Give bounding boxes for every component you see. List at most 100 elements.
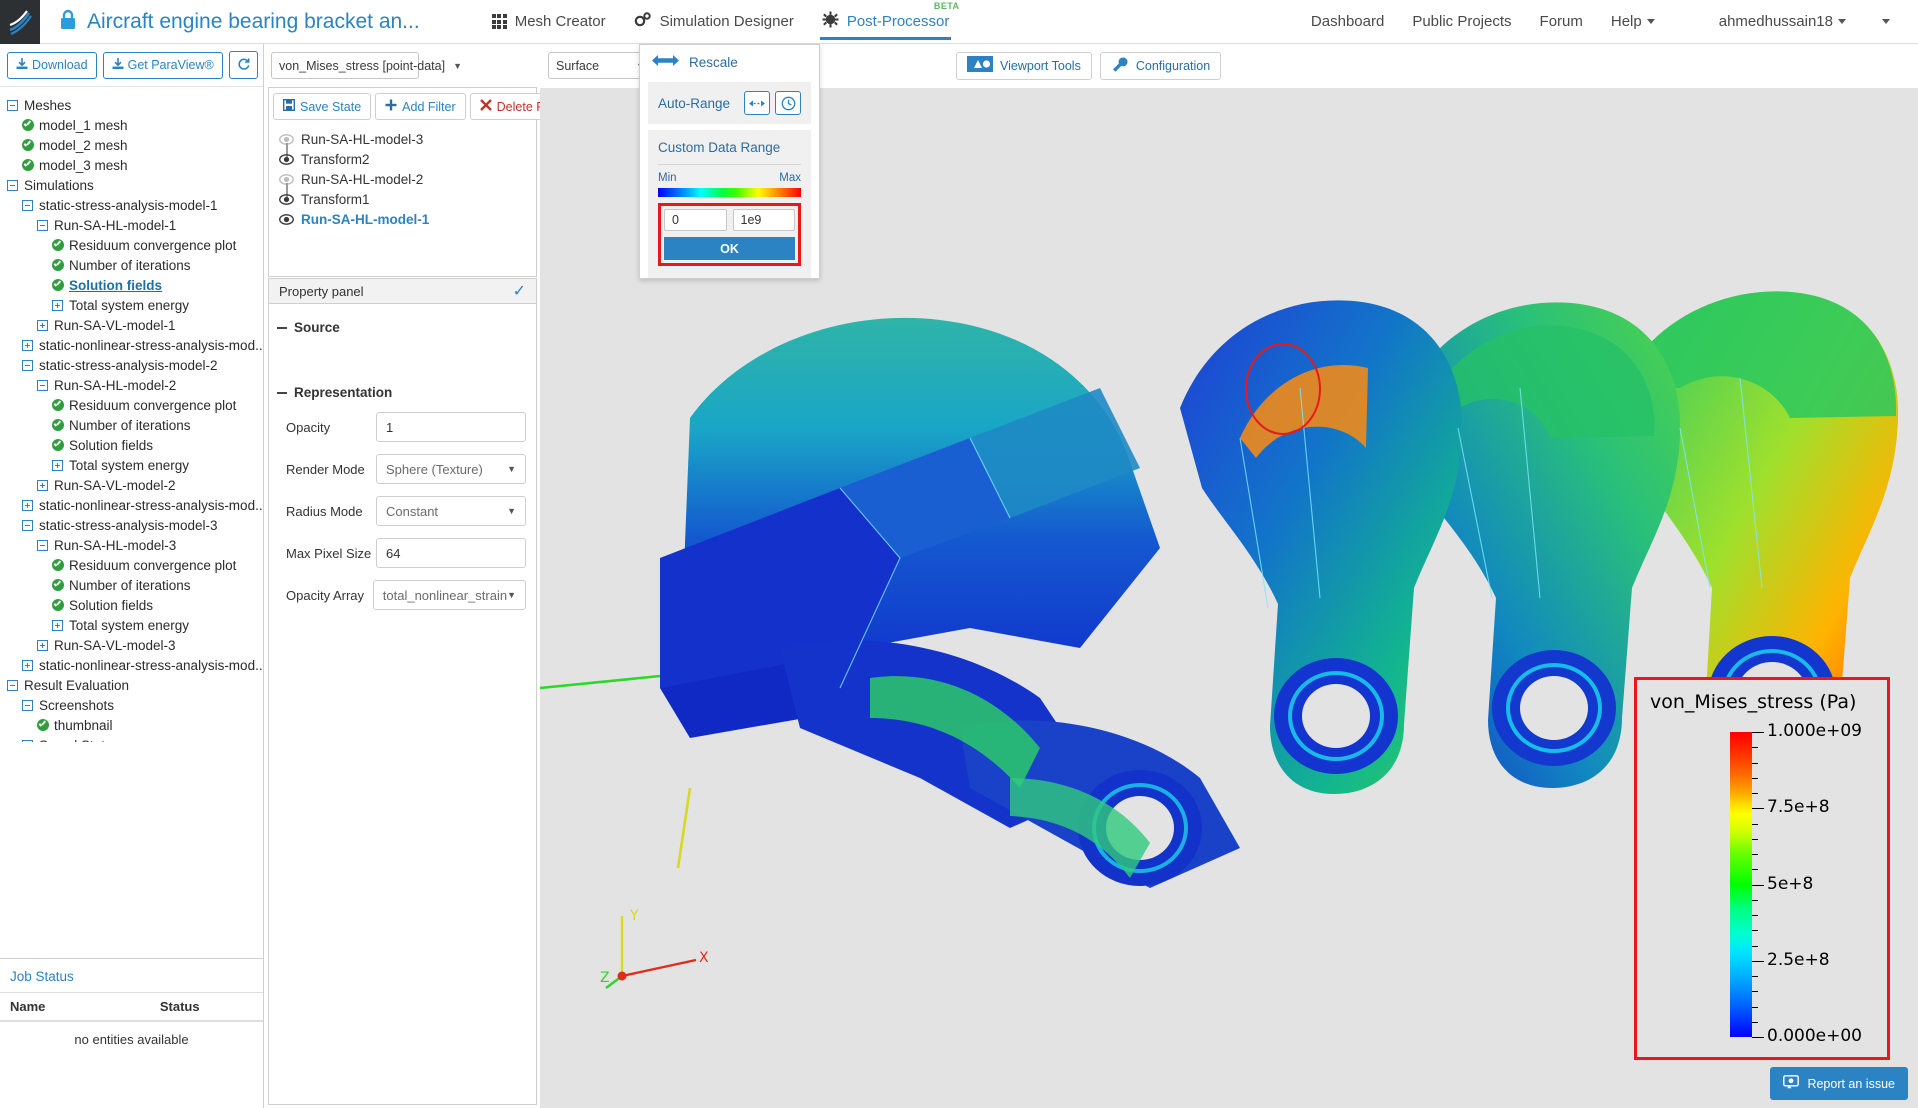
- tree-toggle[interactable]: [51, 300, 64, 311]
- tree-toggle[interactable]: [21, 340, 34, 351]
- tree-item[interactable]: Run-SA-HL-model-1: [6, 215, 263, 235]
- expand-icon[interactable]: [22, 660, 33, 671]
- arrows-expand-icon[interactable]: [744, 91, 770, 115]
- collapse-icon[interactable]: [37, 540, 48, 551]
- tree-item[interactable]: Residuum convergence plot: [6, 555, 263, 575]
- nav-link-forum[interactable]: Forum: [1526, 13, 1597, 30]
- tree-item[interactable]: Total system energy: [6, 455, 263, 475]
- tree-item[interactable]: Number of iterations: [6, 415, 263, 435]
- tree-item[interactable]: Meshes: [6, 95, 263, 115]
- max-input[interactable]: 1e9: [733, 209, 796, 231]
- collapse-icon[interactable]: [37, 220, 48, 231]
- tree-item[interactable]: Residuum convergence plot: [6, 395, 263, 415]
- tree-item[interactable]: Total system energy: [6, 295, 263, 315]
- pipeline-item[interactable]: Run-SA-HL-model-1: [279, 209, 536, 229]
- tree-item[interactable]: static-stress-analysis-model-1: [6, 195, 263, 215]
- tree-item[interactable]: model_1 mesh: [6, 115, 263, 135]
- tree-item[interactable]: Solution fields: [6, 275, 263, 295]
- property-input[interactable]: 64: [376, 538, 526, 568]
- property-select[interactable]: Constant▼: [376, 496, 526, 526]
- get-paraview-button[interactable]: Get ParaView®: [103, 52, 223, 79]
- tree-toggle[interactable]: [6, 680, 19, 691]
- tab-mesh-creator[interactable]: Mesh Creator: [478, 0, 620, 44]
- tree-item[interactable]: static-stress-analysis-model-3: [6, 515, 263, 535]
- tree-item[interactable]: static-nonlinear-stress-analysis-mod...: [6, 655, 263, 675]
- collapse-icon[interactable]: [22, 740, 33, 743]
- configuration-button[interactable]: Configuration: [1100, 52, 1221, 80]
- tree-item[interactable]: Simulations: [6, 175, 263, 195]
- tree-toggle[interactable]: [21, 700, 34, 711]
- tree-item[interactable]: Number of iterations: [6, 255, 263, 275]
- pipeline-item[interactable]: Run-SA-HL-model-3: [279, 129, 536, 149]
- eye-visible-icon[interactable]: [279, 212, 294, 227]
- tree-toggle[interactable]: [36, 320, 49, 331]
- expand-icon[interactable]: [22, 340, 33, 351]
- refresh-button[interactable]: [229, 51, 258, 79]
- tree-item[interactable]: Run-SA-VL-model-2: [6, 475, 263, 495]
- eye-visible-icon[interactable]: [279, 152, 294, 167]
- tree-toggle[interactable]: [36, 380, 49, 391]
- tab-simulation-designer[interactable]: Simulation Designer: [620, 0, 808, 44]
- overflow-menu[interactable]: [1860, 19, 1904, 24]
- expand-icon[interactable]: [52, 300, 63, 311]
- nav-link-public-projects[interactable]: Public Projects: [1398, 13, 1525, 30]
- expand-icon[interactable]: [22, 500, 33, 511]
- tree-toggle[interactable]: [36, 640, 49, 651]
- save-state-button[interactable]: Save State: [273, 93, 371, 120]
- collapse-icon[interactable]: [22, 700, 33, 711]
- tree-item[interactable]: Run-SA-VL-model-1: [6, 315, 263, 335]
- tree-item[interactable]: Residuum convergence plot: [6, 235, 263, 255]
- tree-toggle[interactable]: [21, 520, 34, 531]
- viewport-tools-button[interactable]: Viewport Tools: [956, 52, 1092, 80]
- collapse-icon[interactable]: [37, 380, 48, 391]
- pipeline-item[interactable]: Run-SA-HL-model-2: [279, 169, 536, 189]
- tree-item[interactable]: model_3 mesh: [6, 155, 263, 175]
- pipeline-item[interactable]: Transform1: [279, 189, 536, 209]
- collapse-icon[interactable]: [22, 360, 33, 371]
- tree-toggle[interactable]: [21, 200, 34, 211]
- property-select[interactable]: total_nonlinear_strain▼: [373, 580, 526, 610]
- tree-toggle[interactable]: [36, 220, 49, 231]
- property-select[interactable]: Sphere (Texture)▼: [376, 454, 526, 484]
- tree-item[interactable]: Number of iterations: [6, 575, 263, 595]
- nav-link-dashboard[interactable]: Dashboard: [1297, 13, 1398, 30]
- collapse-icon[interactable]: [22, 200, 33, 211]
- property-section-header[interactable]: Representation: [269, 379, 536, 406]
- tree-toggle[interactable]: [36, 540, 49, 551]
- tree-toggle[interactable]: [21, 500, 34, 511]
- tree-item[interactable]: static-stress-analysis-model-2: [6, 355, 263, 375]
- check-icon[interactable]: ✓: [513, 281, 526, 301]
- property-section-header[interactable]: Source: [269, 314, 536, 341]
- tree-item[interactable]: Solution fields: [6, 435, 263, 455]
- tab-post-processor[interactable]: BETA Post-Processor: [808, 0, 964, 44]
- rescale-header[interactable]: Rescale: [640, 45, 819, 79]
- expand-icon[interactable]: [37, 640, 48, 651]
- tree-toggle[interactable]: [51, 460, 64, 471]
- tree-item[interactable]: Run-SA-VL-model-3: [6, 635, 263, 655]
- tree-item[interactable]: Saved States: [6, 735, 263, 742]
- user-menu[interactable]: ahmedhussain18: [1705, 13, 1860, 30]
- report-issue-button[interactable]: Report an issue: [1770, 1067, 1908, 1100]
- simscale-logo[interactable]: [0, 0, 40, 44]
- tree-item[interactable]: static-nonlinear-stress-analysis-mod...: [6, 495, 263, 515]
- expand-icon[interactable]: [52, 620, 63, 631]
- clock-icon[interactable]: [775, 91, 801, 115]
- pipeline-item[interactable]: Transform2: [279, 149, 536, 169]
- tree-item[interactable]: Solution fields: [6, 595, 263, 615]
- tree-toggle[interactable]: [36, 480, 49, 491]
- tree-item[interactable]: model_2 mesh: [6, 135, 263, 155]
- expand-icon[interactable]: [37, 320, 48, 331]
- tree-toggle[interactable]: [21, 360, 34, 371]
- representation-select[interactable]: Surface ▼: [548, 52, 653, 79]
- tree-toggle[interactable]: [6, 180, 19, 191]
- tree-item[interactable]: thumbnail: [6, 715, 263, 735]
- tree-item[interactable]: Run-SA-HL-model-2: [6, 375, 263, 395]
- tree-item[interactable]: Result Evaluation: [6, 675, 263, 695]
- collapse-icon[interactable]: [7, 180, 18, 191]
- tree-toggle[interactable]: [51, 620, 64, 631]
- tree-item[interactable]: Screenshots: [6, 695, 263, 715]
- expand-icon[interactable]: [52, 460, 63, 471]
- tree-item[interactable]: Run-SA-HL-model-3: [6, 535, 263, 555]
- download-button[interactable]: Download: [7, 52, 97, 79]
- field-select[interactable]: von_Mises_stress [point-data] ▼: [271, 52, 419, 79]
